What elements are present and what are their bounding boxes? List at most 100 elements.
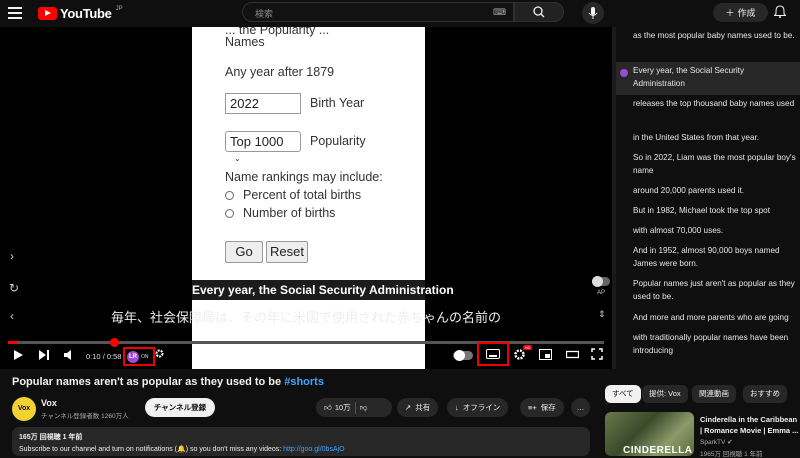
transcript-line[interactable]: releases the top thousand baby names use… [616,95,800,128]
download-icon: ↓ [455,403,459,412]
keyboard-icon[interactable]: ⌨ [493,7,506,18]
frame-year-hint: Any year after 1879 [225,65,335,79]
thumbnail-title-text: CINDERELLA [623,445,693,456]
caption-japanese: 毎年、社会保障局は、その年に米国で使用された赤ちゃんの名前の [110,310,501,325]
description-body: Subscribe to our channel and turn on not… [19,446,284,453]
settings-gear-icon[interactable] [513,348,526,364]
frame-popularity-value: Top 1000 [230,134,284,149]
subscribe-button[interactable]: チャンネル登録 [145,398,215,417]
transcript-line-text: But in 1982, Michael took the top spot [633,206,771,215]
transcript-line[interactable]: Popular names just aren't as popular as … [616,275,800,308]
volume-icon[interactable] [63,349,75,364]
recommendation-thumbnail[interactable]: CINDERELLA [605,412,694,456]
recommendation-meta: 1965万 回視聴 1 年前 [700,451,763,458]
autoplay-toggle[interactable] [592,276,610,287]
create-button[interactable]: ＋ 作成 [713,3,768,22]
scrubber-handle[interactable] [110,338,119,347]
transcript-line[interactable]: But in 1982, Michael took the top spot [616,202,800,219]
expand-vertical-icon[interactable]: ⇕ [598,309,606,320]
progress-bar[interactable] [8,341,604,344]
offline-label: オフライン [462,403,501,412]
description-link[interactable]: http://goo.gl/0bsAjO [283,446,344,453]
theater-mode-icon[interactable] [565,349,580,363]
like-divider [354,401,356,414]
chip-recommended[interactable]: おすすめ [743,385,787,403]
video-player[interactable]: ... the Popularity ... Names Any year af… [0,27,612,369]
transcript-line-text: And in 1952, almost 90,000 boys named Ja… [633,246,780,268]
verified-icon: ✔ [727,439,733,446]
microphone-icon[interactable] [582,2,604,24]
frame-rankings-heading: Name rankings may include: [225,170,383,184]
time-current: 0:10 [86,352,101,361]
frame-names-label: Names [225,35,265,49]
transcript-line[interactable]: with almost 70,000 uses. [616,222,800,239]
frame-go-button: Go [225,241,263,263]
fullscreen-icon[interactable] [591,348,603,363]
recommendation-title[interactable]: Cinderella in the Caribbean | Romance Mo… [700,414,800,436]
notifications-bell-icon[interactable] [773,5,787,21]
transcript-line-text: around 20,000 parents used it. [633,186,745,195]
description-box[interactable]: 165万 回視聴 1 年前 Subscribe to our channel a… [12,427,590,456]
save-icon: ≡+ [528,403,537,412]
chevron-down-icon: ⌄ [234,154,241,163]
extension-toggle[interactable]: LR ON [123,347,155,366]
transcript-panel[interactable]: as the most popular baby names used to b… [616,27,800,369]
logo-text: YouTube [60,6,112,21]
transcript-line-text: with almost 70,000 uses. [633,226,724,235]
transcript-line[interactable]: with traditionally popular names have be… [616,329,800,362]
like-dislike-group: 👍︎ 10万 👎︎ [316,398,392,417]
share-button[interactable]: ↗ 共有 [397,398,439,417]
recommendation-channel[interactable]: SparkTV ✔ [700,438,733,446]
refresh-icon[interactable]: ↻ [9,281,19,295]
transcript-line[interactable]: And in 1952, almost 90,000 boys named Ja… [616,242,800,275]
chip-related[interactable]: 関連動画 [692,385,736,403]
transcript-line-text: And more and more parents who are going [633,313,789,322]
logo-region: JP [115,6,123,12]
autoplay-switch[interactable] [453,350,473,361]
thumbs-down-icon[interactable]: 👎︎ [360,403,368,413]
frame-popularity-select: Top 1000 ⌄ [225,131,301,163]
chip-from-vox[interactable]: 提供: Vox [642,385,688,403]
transcript-line-text: So in 2022, Liam was the most popular bo… [633,153,796,175]
miniplayer-icon[interactable] [539,349,552,363]
subtitles-button[interactable] [477,342,509,366]
next-icon[interactable] [38,349,50,364]
active-line-marker-icon [620,69,628,77]
chevron-right-icon[interactable]: › [10,249,14,263]
extension-settings-icon[interactable] [154,348,165,362]
transcript-line[interactable]: in the United States from that year. [616,129,800,146]
offline-button[interactable]: ↓ オフライン [447,398,509,417]
transcript-line[interactable]: And more and more parents who are going [616,309,800,326]
youtube-logo[interactable]: YouTube JP [38,6,123,21]
description-text: Subscribe to our channel and turn on not… [19,445,583,453]
progress-played [8,341,17,344]
frame-radio-1 [225,191,234,200]
play-icon[interactable] [12,349,24,364]
channel-name[interactable]: Vox [41,398,57,408]
frame-year-field: 2022 [225,93,301,114]
search-button[interactable] [514,2,564,22]
chevron-left-icon[interactable]: ‹ [10,309,14,323]
frame-year-label: Birth Year [310,96,365,110]
share-label: 共有 [415,403,431,412]
channel-avatar[interactable]: Vox [12,397,36,421]
more-actions-button[interactable]: … [571,398,590,417]
save-button[interactable]: ≡+ 保存 [520,398,564,417]
transcript-line-text: Every year, the Social Security Administ… [633,66,745,88]
subtitles-icon [486,349,500,359]
extension-logo-icon: LR [127,350,139,363]
transcript-line[interactable]: as the most popular baby names used to b… [616,27,800,60]
transcript-line[interactable]: So in 2022, Liam was the most popular bo… [616,149,800,182]
extension-state: ON [141,353,149,360]
transcript-line[interactable]: around 20,000 parents used it. [616,182,800,199]
caption-english: Every year, the Social Security Administ… [192,280,454,300]
transcript-line-text: with traditionally popular names have be… [633,333,789,355]
transcript-line[interactable]: Every year, the Social Security Administ… [616,62,800,95]
more-icon: … [576,403,585,412]
chip-all[interactable]: すべて [605,385,641,403]
hashtag-link[interactable]: #shorts [284,376,324,388]
like-button[interactable]: 👍︎ 10万 [324,402,351,413]
menu-icon[interactable] [8,7,22,19]
search-input[interactable]: 検索 ⌨ [242,2,514,22]
share-icon: ↗ [405,403,412,412]
